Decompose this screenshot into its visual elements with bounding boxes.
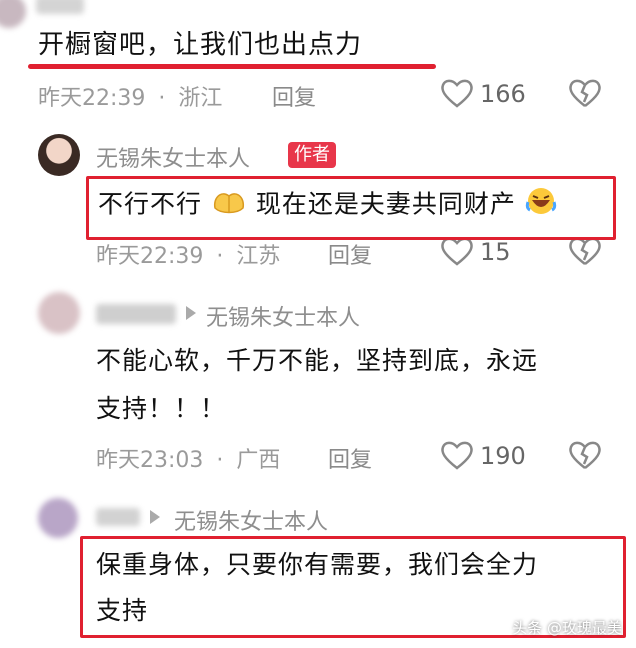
comment-2-text: 不行不行 现在还是夫妻共同财产 xyxy=(98,186,557,225)
separator-dot: · xyxy=(158,86,166,111)
avatar-author[interactable] xyxy=(38,134,80,176)
watermark: 头条 @玫瑰最美 xyxy=(512,619,622,637)
broken-heart-icon xyxy=(569,237,601,265)
comment-3-text-line1: 不能心软，千万不能，坚持到底，永远 xyxy=(96,346,539,375)
laughing-emoji xyxy=(525,186,557,225)
author-badge: 作者 xyxy=(288,142,336,168)
redacted-username-4 xyxy=(96,508,140,526)
reply-button-3[interactable]: 回复 xyxy=(328,442,372,474)
like-count-1: 166 xyxy=(480,80,526,108)
comment-3-location: 广西 xyxy=(236,448,281,473)
heart-outline-icon xyxy=(441,237,473,266)
comment-4-text-line1: 保重身体，只要你有需要，我们会全力 xyxy=(96,550,539,579)
redacted-username-3 xyxy=(96,304,176,324)
like-button-1[interactable] xyxy=(440,78,476,110)
like-count-2: 15 xyxy=(480,238,511,266)
reply-button-1[interactable]: 回复 xyxy=(272,80,316,112)
comment-1-meta: 昨天22:39 · 浙江 xyxy=(38,80,222,112)
redacted-username-1 xyxy=(36,0,84,14)
comment-1-text: 开橱窗吧，让我们也出点力 xyxy=(38,30,363,60)
comment-1-location: 浙江 xyxy=(178,86,223,111)
heart-outline-icon xyxy=(441,79,473,108)
folded-hands-emoji xyxy=(211,186,247,225)
avatar-commenter-3[interactable] xyxy=(38,292,80,334)
avatar-commenter-4[interactable] xyxy=(38,498,78,538)
reply-target-3[interactable]: 无锡朱女士本人 xyxy=(206,300,360,332)
like-count-3: 190 xyxy=(480,442,526,470)
comment-2-text-b: 现在还是夫妻共同财产 xyxy=(255,189,516,219)
separator-dot: · xyxy=(216,448,224,473)
comment-3-time: 昨天23:03 xyxy=(96,448,204,473)
reply-button-2[interactable]: 回复 xyxy=(328,238,372,270)
author-name[interactable]: 无锡朱女士本人 xyxy=(96,141,250,173)
comment-3-meta: 昨天23:03 · 广西 xyxy=(96,442,280,474)
underline-highlight xyxy=(28,64,436,69)
like-button-3[interactable] xyxy=(440,440,476,472)
like-button-2[interactable] xyxy=(440,236,476,268)
triangle-arrow-icon xyxy=(186,306,196,320)
comment-4-text-line2: 支持 xyxy=(96,596,149,625)
heart-outline-icon xyxy=(441,441,473,470)
broken-heart-icon xyxy=(569,441,601,469)
dislike-button-3[interactable] xyxy=(568,440,602,472)
reply-target-4[interactable]: 无锡朱女士本人 xyxy=(174,504,328,536)
comment-2-time: 昨天22:39 xyxy=(96,244,204,269)
comment-2-text-a: 不行不行 xyxy=(98,189,203,219)
avatar-commenter-1[interactable] xyxy=(0,0,26,28)
broken-heart-icon xyxy=(569,79,601,107)
separator-dot: · xyxy=(216,244,224,269)
comment-3-text-line2: 支持！！！ xyxy=(96,394,227,423)
comment-1-time: 昨天22:39 xyxy=(38,86,146,111)
dislike-button-1[interactable] xyxy=(568,78,602,110)
comment-2-meta: 昨天22:39 · 江苏 xyxy=(96,238,280,270)
triangle-arrow-icon xyxy=(150,510,160,524)
dislike-button-2[interactable] xyxy=(568,236,602,268)
comment-2-location: 江苏 xyxy=(236,244,281,269)
